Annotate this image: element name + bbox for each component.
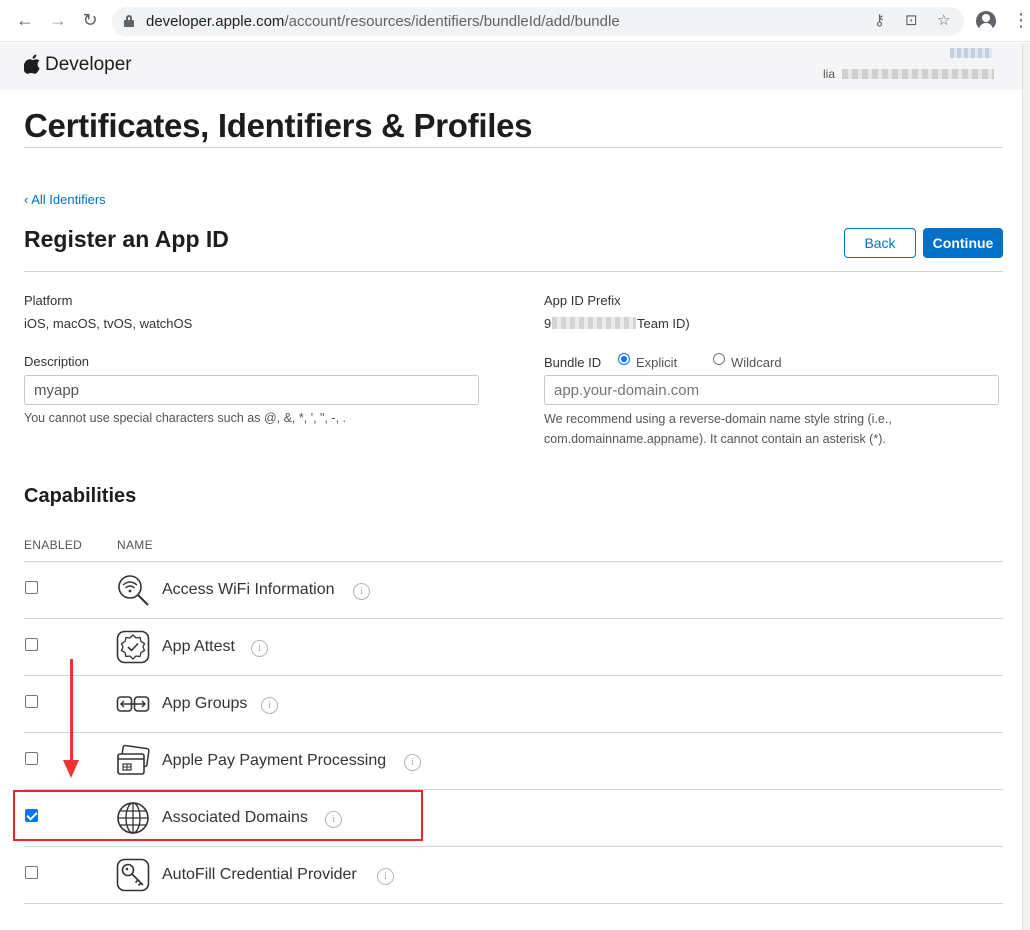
capability-row: Apple Pay Payment Processing i [24, 732, 1003, 789]
info-icon[interactable]: i [251, 640, 268, 657]
capability-checkbox[interactable] [25, 695, 38, 708]
description-hint: You cannot use special characters such a… [24, 411, 346, 425]
platform-label: Platform [24, 293, 73, 308]
app-id-prefix-label: App ID Prefix [544, 293, 621, 308]
app-id-prefix-redacted [552, 317, 636, 329]
capability-row: App Groups i [24, 675, 1003, 732]
scrollbar[interactable] [1022, 43, 1030, 930]
wildcard-radio[interactable] [713, 353, 725, 365]
bookmark-star-icon[interactable]: ☆ [937, 12, 950, 30]
capability-checkbox[interactable] [25, 866, 38, 879]
capability-checkbox[interactable] [25, 752, 38, 765]
account-email-redacted [842, 69, 994, 79]
annotation-arrow [70, 659, 73, 763]
annotation-arrow-head [63, 760, 79, 778]
back-button[interactable]: Back [844, 228, 916, 258]
menu-kebab-icon[interactable]: ⋮ [1012, 10, 1030, 30]
capabilities-title: Capabilities [24, 485, 137, 507]
bundle-id-input[interactable] [544, 375, 999, 405]
apple-logo-icon[interactable] [24, 54, 42, 74]
section-divider [24, 271, 1003, 272]
badge-check-icon [116, 630, 150, 664]
bundle-id-label: Bundle ID [544, 355, 602, 370]
capability-name: App Attest [162, 638, 235, 655]
account-name-redacted [950, 48, 992, 58]
forward-arrow-icon[interactable]: → [47, 9, 69, 31]
brand-name[interactable]: Developer [45, 54, 132, 76]
continue-button[interactable]: Continue [923, 228, 1003, 258]
capability-row: AutoFill Credential Provider i [24, 846, 1003, 903]
info-icon[interactable]: i [377, 868, 394, 885]
enabled-column-header: ENABLED [24, 538, 83, 552]
info-icon[interactable]: i [404, 754, 421, 771]
name-column-header: NAME [117, 538, 153, 552]
wildcard-label[interactable]: Wildcard [731, 355, 782, 370]
wifi-search-icon [118, 575, 149, 606]
description-input[interactable] [24, 375, 479, 405]
capability-name: AutoFill Credential Provider [162, 866, 357, 883]
app-id-prefix-start: 9 [544, 316, 552, 331]
address-bar[interactable]: developer.apple.com/account/resources/id… [112, 7, 964, 36]
profile-avatar-icon[interactable] [976, 11, 996, 31]
capability-name: Access WiFi Information [162, 581, 335, 598]
app-id-prefix-end: Team ID) [637, 316, 690, 331]
info-icon[interactable]: i [261, 697, 278, 714]
row-divider [24, 903, 1003, 904]
annotation-highlight-box [13, 790, 423, 841]
translate-icon[interactable]: ⊡ [905, 12, 918, 30]
page-title: Certificates, Identifiers & Profiles [24, 107, 533, 144]
capability-row: Access WiFi Information i [24, 561, 1003, 618]
bundle-id-hint-line2: com.domainname.appname). It cannot conta… [544, 432, 886, 446]
all-identifiers-link[interactable]: ‹ All Identifiers [24, 192, 106, 207]
explicit-label[interactable]: Explicit [636, 355, 677, 370]
capability-name: App Groups [162, 695, 248, 712]
key-icon [116, 858, 150, 892]
capability-name: Apple Pay Payment Processing [162, 752, 387, 769]
capability-checkbox[interactable] [25, 581, 38, 594]
account-label[interactable]: lia [823, 67, 835, 81]
lock-icon [124, 15, 134, 27]
browser-toolbar: ← → ↻ developer.apple.com/account/resour… [0, 0, 1030, 42]
section-title: Register an App ID [24, 226, 229, 252]
app-groups-icon [116, 696, 150, 712]
back-arrow-icon[interactable]: ← [14, 9, 36, 31]
payment-cards-icon [117, 744, 150, 775]
capability-row: App Attest i [24, 618, 1003, 675]
title-divider [24, 147, 1003, 148]
explicit-radio[interactable] [618, 353, 630, 365]
capability-checkbox[interactable] [25, 638, 38, 651]
info-icon[interactable]: i [353, 583, 370, 600]
developer-header: Developer lia [0, 43, 1022, 90]
reload-icon[interactable]: ↻ [79, 9, 101, 31]
description-label: Description [24, 354, 90, 369]
key-icon[interactable]: ⚷ [874, 12, 885, 30]
platform-value: iOS, macOS, tvOS, watchOS [24, 316, 193, 331]
url-text: developer.apple.com/account/resources/id… [146, 13, 620, 30]
bundle-id-hint-line1: We recommend using a reverse-domain name… [544, 412, 892, 426]
